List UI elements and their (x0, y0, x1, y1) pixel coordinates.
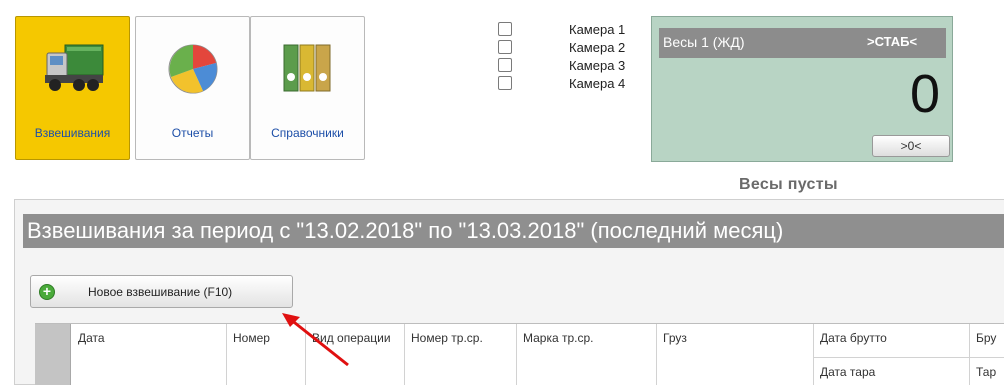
nav-weighings-label: Взвешивания (34, 126, 111, 140)
camera-2-label: Камера 2 (569, 40, 626, 55)
column-date[interactable]: Дата (72, 324, 227, 385)
pie-chart-icon (168, 44, 218, 94)
weighings-table-header: Дата Номер Вид операции Номер тр.ср. Мар… (35, 323, 1004, 385)
column-gross-date[interactable]: Дата брутто (814, 324, 970, 357)
scale-weight-value: 0 (909, 64, 940, 124)
nav-reports-button[interactable]: Отчеты (135, 16, 250, 160)
list-title: Взвешивания за период с "13.02.2018" по … (23, 214, 1004, 248)
annotation-arrow-icon (282, 313, 349, 367)
scale-panel: Весы 1 (ЖД) >СТАБ< 0 >0< (651, 16, 953, 162)
camera-4-checkbox[interactable] (498, 76, 512, 90)
camera-1-checkbox[interactable] (498, 22, 512, 36)
camera-3-checkbox[interactable] (498, 58, 512, 72)
nav-references-button[interactable]: Справочники (250, 16, 365, 160)
row-marker-column (35, 324, 71, 385)
plus-icon: + (39, 284, 55, 300)
scale-name: Весы 1 (ЖД) (663, 34, 745, 50)
new-weighing-button[interactable]: + Новое взвешивание (F10) (30, 275, 293, 308)
scale-header: Весы 1 (ЖД) >СТАБ< (659, 28, 946, 58)
scale-status: Весы пусты (739, 176, 838, 193)
column-gross[interactable]: Бру (970, 324, 1004, 357)
truck-icon (45, 44, 104, 91)
camera-2-checkbox[interactable] (498, 40, 512, 54)
new-weighing-label: Новое взвешивание (F10) (88, 285, 233, 299)
column-cargo[interactable]: Груз (657, 324, 814, 385)
camera-3-label: Камера 3 (569, 58, 626, 73)
scale-stability-indicator: >СТАБ< (867, 34, 918, 49)
column-vehicle-number[interactable]: Номер тр.ср. (405, 324, 517, 385)
column-tare-date[interactable]: Дата тара (814, 357, 970, 385)
binders-icon (283, 44, 331, 92)
nav-references-label: Справочники (271, 126, 344, 140)
nav-weighings-button[interactable]: Взвешивания (15, 16, 130, 160)
column-vehicle-brand[interactable]: Марка тр.ср. (517, 324, 657, 385)
nav-reports-label: Отчеты (171, 126, 214, 140)
camera-1-label: Камера 1 (569, 22, 626, 37)
camera-4-label: Камера 4 (569, 76, 626, 91)
column-tare[interactable]: Тар (970, 357, 1004, 385)
zero-button[interactable]: >0< (872, 135, 950, 157)
